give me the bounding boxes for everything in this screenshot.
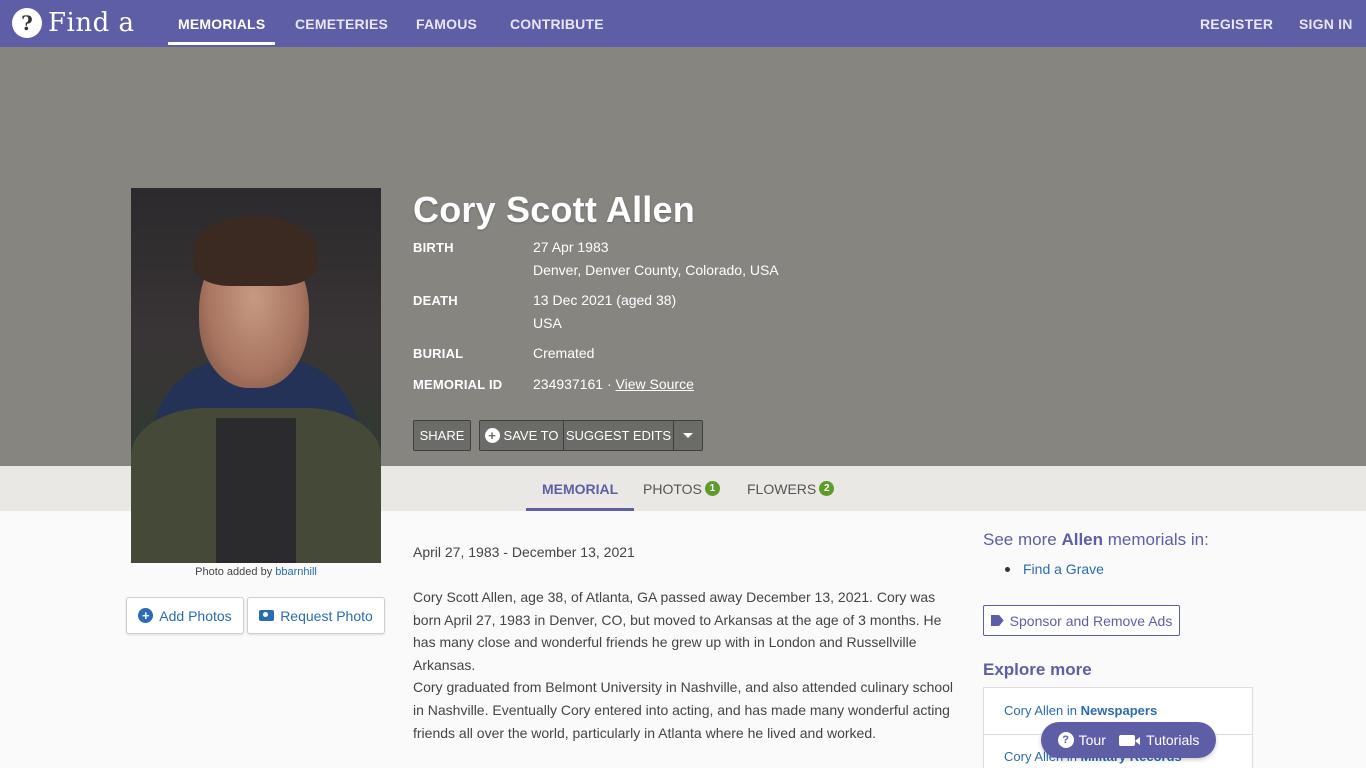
tutorials-button[interactable]: Tutorials bbox=[1119, 732, 1199, 748]
death-label: DEATH bbox=[413, 293, 458, 308]
birth-date: 27 Apr 1983 bbox=[533, 239, 609, 255]
see-more-suffix: memorials in: bbox=[1103, 530, 1209, 549]
sign-in-link[interactable]: SIGN IN bbox=[1299, 0, 1353, 47]
explore-newspapers: Newspapers bbox=[1080, 703, 1158, 718]
explore-prefix: Cory Allen in bbox=[1004, 703, 1081, 718]
register-link[interactable]: REGISTER bbox=[1200, 0, 1273, 47]
bio-paragraph-1: Cory Scott Allen, age 38, of Atlanta, GA… bbox=[413, 589, 942, 673]
help-widget: ? Tour Tutorials bbox=[1041, 722, 1216, 758]
burial-label: BURIAL bbox=[413, 346, 464, 361]
plus-circle-icon: + bbox=[138, 608, 154, 623]
question-circle-icon: ? bbox=[1057, 732, 1074, 748]
tab-photos-label: PHOTOS bbox=[643, 480, 702, 497]
flowers-count-badge: 2 bbox=[819, 481, 835, 496]
request-photo-label: Request Photo bbox=[280, 607, 373, 624]
tour-button[interactable]: ? Tour bbox=[1057, 732, 1106, 748]
explore-newspapers-link[interactable]: Cory Allen in Newspapers bbox=[1004, 703, 1157, 718]
birth-place: Denver, Denver County, Colorado, USA bbox=[533, 262, 779, 278]
tab-flowers-label: FLOWERS bbox=[747, 480, 817, 497]
photos-count-badge: 1 bbox=[704, 481, 720, 496]
sponsor-label: Sponsor and Remove Ads bbox=[1009, 612, 1173, 629]
suggest-edits-button[interactable]: SUGGEST EDITS bbox=[564, 421, 674, 450]
view-source-link[interactable]: View Source bbox=[616, 376, 694, 392]
see-more-heading: See more Allen memorials in: bbox=[983, 530, 1209, 550]
biography: Cory Scott Allen, age 38, of Atlanta, GA… bbox=[413, 586, 958, 744]
plus-circle-icon: + bbox=[484, 428, 500, 443]
site-logo[interactable]: ? Find a Gra bbox=[12, 6, 144, 40]
tag-icon bbox=[990, 615, 1004, 626]
top-nav: ? Find a Gra MEMORIALS CEMETERIES FAMOUS… bbox=[0, 0, 1366, 47]
date-range: April 27, 1983 - December 13, 2021 bbox=[413, 544, 635, 560]
explore-more-heading: Explore more bbox=[983, 660, 1092, 679]
sponsor-remove-ads-button[interactable]: Sponsor and Remove Ads bbox=[983, 605, 1180, 636]
more-actions-dropdown[interactable] bbox=[674, 421, 702, 450]
photo-credit: Photo added by bbarnhill bbox=[131, 566, 381, 578]
share-button[interactable]: SHARE bbox=[413, 420, 471, 451]
camera-icon bbox=[259, 610, 275, 621]
tab-photos[interactable]: PHOTOS 1 bbox=[643, 466, 720, 511]
video-camera-icon bbox=[1119, 734, 1141, 746]
photo-credit-prefix: Photo added by bbox=[195, 566, 273, 578]
photo-shirt bbox=[216, 418, 296, 563]
tab-memorial[interactable]: MEMORIAL bbox=[525, 466, 635, 511]
nav-memorials[interactable]: MEMORIALS bbox=[167, 0, 276, 47]
find-a-grave-link[interactable]: Find a Grave bbox=[1005, 561, 1104, 577]
memorial-id-separator: · bbox=[603, 376, 616, 392]
photo-credit-user[interactable]: bbarnhill bbox=[275, 566, 317, 578]
add-photos-label: Add Photos bbox=[159, 607, 232, 624]
death-date: 13 Dec 2021 (aged 38) bbox=[533, 292, 677, 308]
save-to-button[interactable]: + SAVE TO bbox=[480, 421, 564, 450]
memorial-id-row: 234937161 · View Source bbox=[533, 376, 694, 392]
see-more-prefix: See more bbox=[983, 530, 1062, 549]
nav-contribute[interactable]: CONTRIBUTE bbox=[510, 0, 604, 47]
burial-value: Cremated bbox=[533, 345, 595, 361]
request-photo-button[interactable]: Request Photo bbox=[247, 597, 385, 634]
add-photos-button[interactable]: + Add Photos bbox=[126, 597, 244, 634]
save-to-label: SAVE TO bbox=[503, 428, 559, 443]
bio-paragraph-2: Cory graduated from Belmont University i… bbox=[413, 679, 954, 741]
death-place: USA bbox=[533, 315, 562, 331]
memorial-id-value: 234937161 bbox=[533, 376, 604, 392]
caret-down-icon bbox=[683, 433, 693, 438]
photo-hair bbox=[193, 216, 317, 286]
tour-label: Tour bbox=[1078, 732, 1106, 748]
nav-cemeteries[interactable]: CEMETERIES bbox=[295, 0, 388, 47]
birth-label: BIRTH bbox=[413, 240, 454, 255]
save-suggest-group: + SAVE TO SUGGEST EDITS bbox=[479, 420, 703, 451]
memorial-id-label: MEMORIAL ID bbox=[413, 377, 503, 392]
logo-text: Find a Gra bbox=[48, 8, 144, 38]
logo-icon: ? bbox=[12, 8, 42, 38]
tab-flowers[interactable]: FLOWERS 2 bbox=[747, 466, 835, 511]
tutorials-label: Tutorials bbox=[1146, 732, 1200, 748]
nav-famous[interactable]: FAMOUS bbox=[416, 0, 477, 47]
memorial-photo[interactable] bbox=[131, 188, 381, 563]
see-more-surname: Allen bbox=[1061, 530, 1103, 549]
memorial-name: Cory Scott Allen bbox=[413, 189, 695, 230]
